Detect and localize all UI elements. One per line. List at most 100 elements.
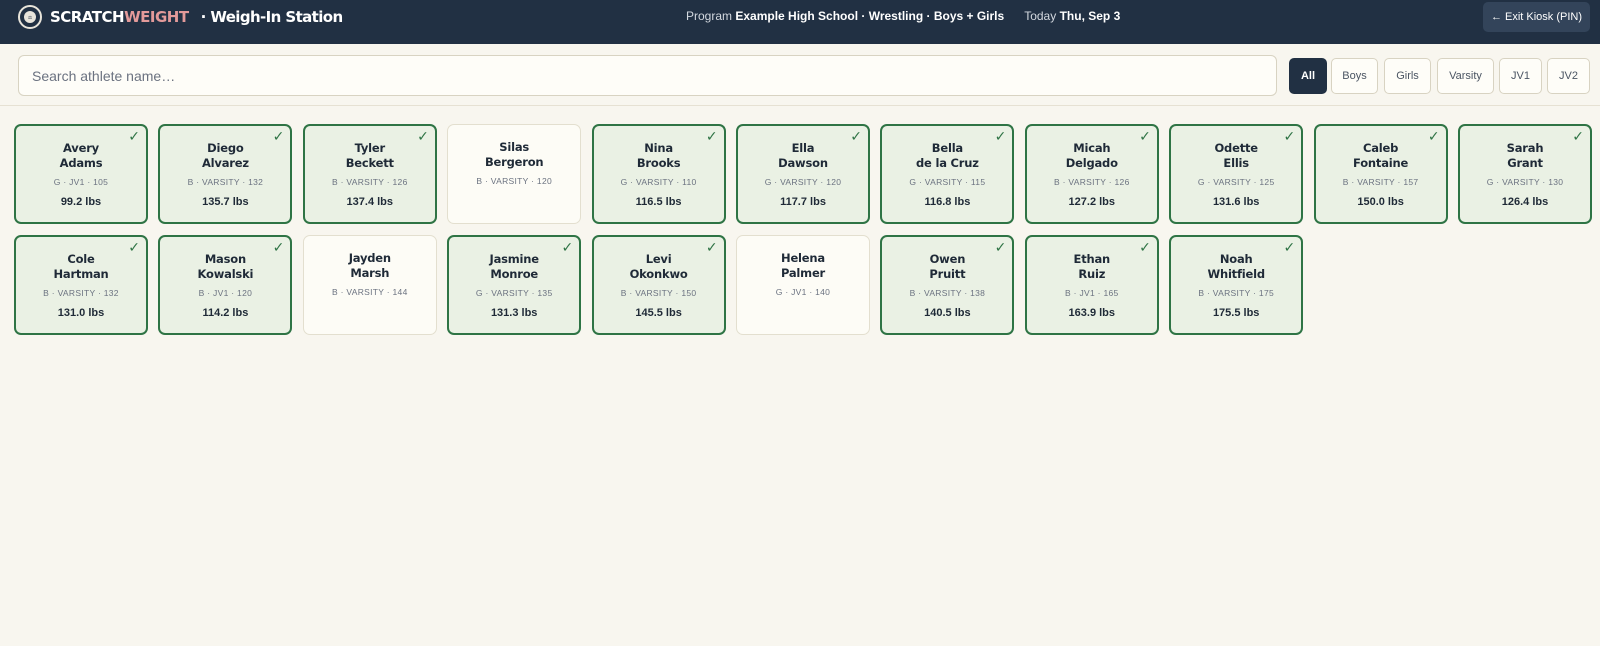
athlete-weight: 131.3 lbs (490, 307, 538, 319)
athlete-card[interactable]: ✓ Bella de la Cruz G · VARSITY · 115 116.8 l… (880, 124, 1015, 224)
athlete-last-name: Kowalski (197, 267, 254, 281)
athlete-meta: G · JV1 · 140 (775, 287, 831, 297)
check-icon: ✓ (705, 129, 718, 145)
athlete-card[interactable]: ✓ Levi Okonkwo B · VARSITY · 150 145.5 lbs (591, 235, 726, 335)
athlete-meta: B · JV1 · 120 (198, 288, 253, 298)
exit-kiosk-button[interactable]: ← Exit Kiosk (PIN) (1483, 2, 1590, 32)
filter-chip-all[interactable]: All (1289, 58, 1327, 94)
athlete-card[interactable]: ✓ Jasmine Monroe G · VARSITY · 135 131.3 lbs (447, 235, 582, 335)
scale-logo-icon: ⚖ (18, 5, 42, 29)
athlete-card[interactable]: ✓ Ella Dawson G · VARSITY · 120 117.7 lbs (736, 124, 870, 224)
athlete-last-name: Fontaine (1353, 156, 1409, 170)
check-icon: ✓ (128, 129, 140, 145)
athlete-first-name: Mason (204, 252, 246, 266)
athlete-first-name: Bella (931, 141, 963, 155)
athlete-card[interactable]: Helena Palmer G · JV1 · 140 (736, 235, 870, 335)
check-icon: ✓ (272, 240, 285, 256)
athlete-meta: B · VARSITY · 157 (1342, 177, 1419, 187)
athlete-card[interactable]: ✓ Owen Pruitt B · VARSITY · 138 140.5 lbs (880, 235, 1015, 335)
athlete-last-name: Monroe (490, 267, 539, 281)
athlete-last-name: Marsh (350, 266, 390, 280)
athlete-last-name: Pruitt (929, 267, 966, 281)
athlete-first-name: Sarah (1506, 141, 1544, 155)
check-icon: ✓ (417, 129, 429, 145)
today-label: Today (1024, 9, 1057, 23)
check-icon: ✓ (705, 240, 718, 256)
header-meta: Program Example High School · Wrestling … (686, 9, 1120, 23)
athlete-first-name: Helena (781, 251, 825, 265)
athlete-card[interactable]: Jayden Marsh B · VARSITY · 144 (302, 235, 437, 335)
athlete-card[interactable]: ✓ Odette Ellis G · VARSITY · 125 131.6 lbs (1169, 124, 1304, 224)
athlete-first-name: Micah (1073, 141, 1111, 155)
check-icon: ✓ (850, 129, 862, 145)
athlete-meta: G · VARSITY · 115 (909, 177, 986, 187)
athlete-last-name: Bergeron (484, 155, 544, 169)
check-icon: ✓ (272, 129, 285, 145)
athlete-card[interactable]: ✓ Mason Kowalski B · JV1 · 120 114.2 lbs (158, 235, 293, 335)
athlete-first-name: Jayden (348, 251, 391, 265)
check-icon: ✓ (1572, 129, 1584, 145)
athlete-weight: 175.5 lbs (1212, 307, 1260, 319)
filter-chip-boys[interactable]: Boys (1331, 58, 1378, 94)
athlete-meta: B · VARSITY · 150 (620, 288, 697, 298)
athlete-first-name: Jasmine (489, 252, 539, 266)
athlete-card[interactable]: ✓ Diego Alvarez B · VARSITY · 132 135.7 lbs (158, 124, 293, 224)
athlete-first-name: Silas (499, 140, 530, 154)
athlete-weight: 140.5 lbs (924, 307, 971, 319)
athlete-weight: 131.0 lbs (57, 307, 105, 319)
athlete-card[interactable]: ✓ Micah Delgado B · VARSITY · 126 127.2 lbs (1024, 124, 1159, 224)
athlete-meta: B · VARSITY · 126 (1053, 177, 1130, 187)
athlete-last-name: Beckett (345, 156, 394, 170)
athlete-first-name: Diego (207, 141, 244, 155)
athlete-last-name: Whitfield (1207, 267, 1265, 281)
athlete-last-name: Hartman (53, 267, 109, 281)
athlete-weight: 150.0 lbs (1357, 196, 1404, 208)
athlete-weight: 116.8 lbs (924, 196, 971, 208)
athlete-meta: G · VARSITY · 110 (620, 177, 697, 187)
athlete-card[interactable]: ✓ Tyler Beckett B · VARSITY · 126 137.4 lbs (302, 124, 437, 224)
athlete-card[interactable]: ✓ Sarah Grant G · VARSITY · 130 126.4 lbs (1458, 124, 1592, 224)
athlete-meta: G · JV1 · 105 (53, 177, 109, 187)
athlete-first-name: Ella (791, 141, 815, 155)
athlete-card[interactable]: ✓ Avery Adams G · JV1 · 105 99.2 lbs (14, 124, 148, 224)
station-title: · Weigh-In Station (200, 8, 344, 26)
check-icon: ✓ (1427, 129, 1440, 145)
athlete-last-name: Dawson (778, 156, 828, 170)
check-icon: ✓ (1283, 129, 1296, 145)
athlete-first-name: Noah (1219, 252, 1253, 266)
athlete-card[interactable]: ✓ Cole Hartman B · VARSITY · 132 131.0 lbs (14, 235, 148, 335)
brand: SCRATCH WEIGHT · Weigh-In Station (50, 8, 343, 26)
filter-chip-jv1[interactable]: JV1 (1499, 58, 1542, 94)
filter-chip-varsity[interactable]: Varsity (1437, 58, 1494, 94)
athlete-weight: 163.9 lbs (1068, 307, 1116, 319)
athlete-last-name: Ruiz (1078, 267, 1106, 281)
athlete-card[interactable]: ✓ Ethan Ruiz B · JV1 · 165 163.9 lbs (1024, 235, 1159, 335)
athlete-first-name: Levi (645, 252, 672, 266)
athlete-meta: G · VARSITY · 130 (1486, 177, 1564, 187)
athlete-first-name: Nina (644, 141, 673, 155)
top-bar: ⚖ SCRATCH WEIGHT · Weigh-In Station Progr… (0, 0, 1600, 44)
athlete-meta: B · VARSITY · 132 (187, 177, 264, 187)
filter-chip-jv2[interactable]: JV2 (1547, 58, 1590, 94)
athlete-weight: 117.7 lbs (780, 196, 826, 208)
athlete-card[interactable]: ✓ Nina Brooks G · VARSITY · 110 116.5 lbs (591, 124, 726, 224)
athlete-meta: G · VARSITY · 125 (1197, 177, 1275, 187)
athlete-card[interactable]: Silas Bergeron B · VARSITY · 120 (447, 124, 582, 224)
search-bar-row: AllBoysGirlsVarsityJV1JV2 (0, 44, 1600, 106)
athlete-weight: 116.5 lbs (635, 196, 682, 208)
brand-weight: WEIGHT (124, 8, 189, 26)
check-icon: ✓ (1139, 240, 1151, 256)
athlete-card[interactable]: ✓ Noah Whitfield B · VARSITY · 175 175.5 lbs (1169, 235, 1304, 335)
athlete-first-name: Odette (1214, 141, 1258, 155)
athlete-card[interactable]: ✓ Caleb Fontaine B · VARSITY · 157 150.0 lbs (1313, 124, 1448, 224)
athlete-last-name: de la Cruz (916, 156, 979, 170)
athlete-first-name: Cole (67, 252, 95, 266)
athlete-last-name: Alvarez (201, 156, 249, 170)
athlete-weight: 114.2 lbs (202, 307, 249, 319)
search-input[interactable] (18, 55, 1277, 96)
athlete-meta: B · VARSITY · 132 (43, 288, 119, 298)
filter-chip-girls[interactable]: Girls (1384, 58, 1431, 94)
athlete-first-name: Ethan (1073, 252, 1111, 266)
brand-scratch: SCRATCH (50, 8, 125, 26)
athlete-weight: 135.7 lbs (202, 196, 249, 208)
